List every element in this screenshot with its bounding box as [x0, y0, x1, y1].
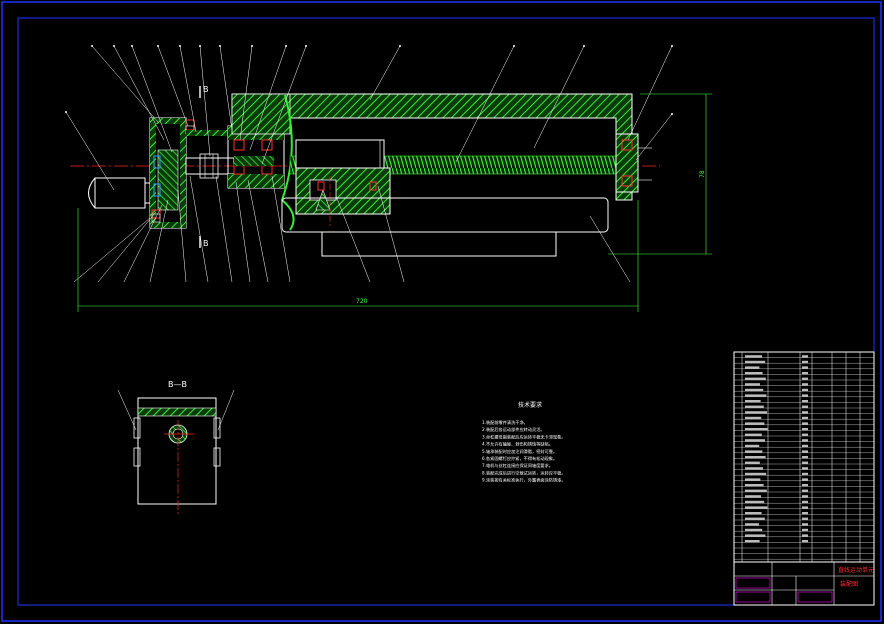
- technical-requirements: 技术要求 1.装配前零件清洗干净。2.装配后各运动部件应转动灵活。3.丝杠螺母副…: [482, 401, 566, 484]
- tech-line: 2.装配后各运动部件应转动灵活。: [482, 426, 545, 433]
- tech-line: 8.装配完成后进行空载试运转，运转应平稳。: [482, 469, 566, 476]
- section-title: B—B: [168, 380, 187, 389]
- left-bearing-seat: [227, 125, 285, 189]
- tech-line: 6.各紧固螺钉应拧紧，不得有松动现象。: [482, 455, 557, 462]
- tech-line: 7.电机与丝杠连接应保证同轴度要求。: [482, 462, 553, 469]
- section-marker: B B: [199, 85, 209, 248]
- tech-lines: 1.装配前零件清洗干净。2.装配后各运动部件应转动灵活。3.丝杠螺母副装配后应运…: [482, 419, 566, 484]
- section-view-bb: B—B: [117, 380, 235, 516]
- section-mark-bottom: B: [203, 239, 209, 248]
- tech-line: 1.装配前零件清洗干净。: [482, 419, 528, 426]
- dim-width: 720: [356, 298, 368, 305]
- motor: [88, 177, 152, 209]
- title-block: 直线运动单元 装配图: [733, 561, 875, 606]
- cad-drawing: B B 720 78 B—B 技术要求 1.装配前零件清洗干净。2.装配后各运动…: [1, 1, 882, 622]
- tech-title: 技术要求: [518, 401, 542, 409]
- drawing-title: 直线运动单元: [838, 566, 874, 574]
- tech-line: 5.轴承装配时应加注润滑脂，密封可靠。: [482, 448, 557, 455]
- drawing-subtitle: 装配图: [840, 580, 858, 588]
- right-bearing-seat: [615, 133, 652, 193]
- dim-height: 78: [699, 170, 706, 178]
- tech-line: 3.丝杠螺母副装配后应运转平稳无卡滞现象。: [482, 433, 566, 440]
- tech-line: 4.不允许有磕碰、划伤和锈蚀等缺陷。: [482, 441, 553, 448]
- tech-line: 9.涂装按有关标准执行，外露表面涂防锈漆。: [482, 477, 566, 484]
- main-assembly-view: B B 720 78: [65, 45, 712, 312]
